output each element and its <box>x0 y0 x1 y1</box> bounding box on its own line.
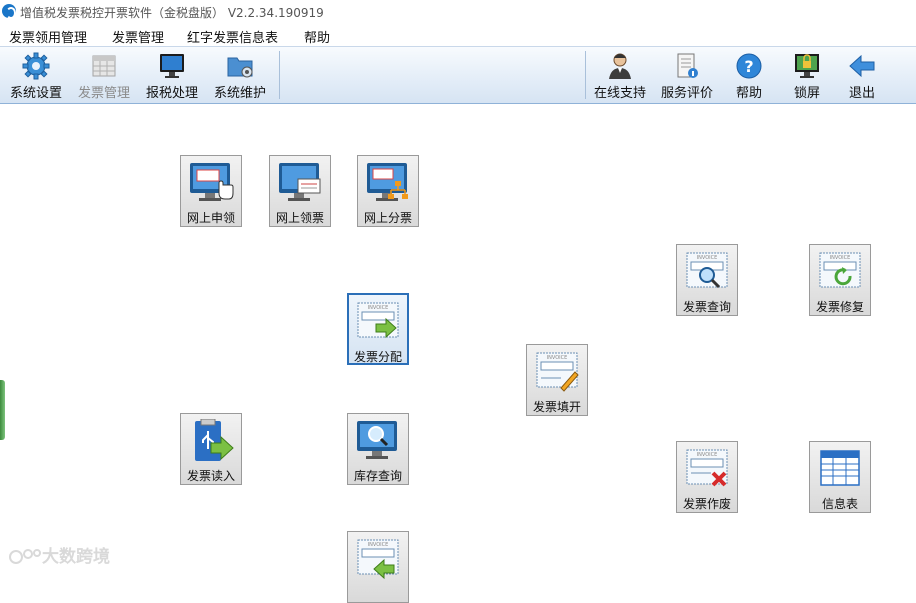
exit-label: 退出 <box>848 86 875 101</box>
system-settings-button[interactable]: 系统设置 <box>4 47 68 103</box>
monitor-icon <box>160 54 184 78</box>
tile-invoice-query[interactable]: INVOICE 发票查询 <box>676 244 738 316</box>
toolbar: 系统设置 发票管理 报税处理 系统维护 在线支持 服务评价 ? 帮助 锁屏 退出 <box>0 46 916 105</box>
invoice-management-button[interactable]: 发票管理 <box>72 47 136 103</box>
invoice-search-icon: INVOICE <box>686 252 728 289</box>
table-icon <box>820 450 860 486</box>
watermark: 大数跨境 <box>8 542 110 568</box>
invoice-void-icon: INVOICE <box>686 449 728 487</box>
invoice-assign-icon: INVOICE <box>357 302 399 339</box>
service-rating-button[interactable]: 服务评价 <box>655 47 719 103</box>
menu-invoice-requisition[interactable]: 发票领用管理 <box>9 27 87 46</box>
folder-gear-icon <box>227 57 253 78</box>
svg-text:INVOICE: INVOICE <box>547 355 568 361</box>
tile-label: 网上分票 <box>363 211 412 225</box>
exit-button[interactable]: 退出 <box>840 47 884 103</box>
tile-label: 信息表 <box>821 497 858 511</box>
window-title: 增值税发票税控开票软件（金税盘版） V2.2.34.190919 <box>20 6 324 20</box>
menu-invoice-management[interactable]: 发票管理 <box>112 27 164 46</box>
tile-label: 发票填开 <box>532 400 581 414</box>
tax-filing-button[interactable]: 报税处理 <box>140 47 204 103</box>
invoice-management-label: 发票管理 <box>77 86 130 101</box>
tile-info-table[interactable]: 信息表 <box>809 441 871 513</box>
monitor-hand-icon <box>190 163 234 201</box>
svg-text:INVOICE: INVOICE <box>830 255 851 261</box>
tile-label: 发票查询 <box>682 300 731 314</box>
tile-label: 网上申领 <box>186 211 235 225</box>
menu-red-invoice-info[interactable]: 红字发票信息表 <box>187 27 278 46</box>
svg-text:INVOICE: INVOICE <box>368 542 389 548</box>
side-panel-handle[interactable] <box>0 380 5 440</box>
gear-icon <box>22 52 50 80</box>
tile-invoice-fill[interactable]: INVOICE 发票填开 <box>526 344 588 416</box>
help-label: 帮助 <box>735 86 762 101</box>
invoice-return-icon: INVOICE <box>357 539 399 580</box>
watermark-logo-icon <box>9 549 41 564</box>
monitor-tree-icon <box>367 163 408 201</box>
tile-invoice-assign[interactable]: INVOICE 发票分配 <box>347 293 409 365</box>
menu-bar: 发票领用管理 发票管理 红字发票信息表 帮助 <box>0 24 916 46</box>
tax-filing-label: 报税处理 <box>145 86 198 101</box>
service-rating-label: 服务评价 <box>660 86 713 101</box>
system-maintenance-button[interactable]: 系统维护 <box>208 47 272 103</box>
tile-invoice-read[interactable]: 发票读入 <box>180 413 242 485</box>
online-support-label: 在线支持 <box>593 86 646 101</box>
app-logo-icon <box>2 4 16 19</box>
tile-invoice-void[interactable]: INVOICE 发票作废 <box>676 441 738 513</box>
exit-arrow-icon <box>849 54 875 78</box>
svg-text:INVOICE: INVOICE <box>697 255 718 261</box>
toolbar-separator <box>279 51 280 99</box>
tile-online-split[interactable]: 网上分票 <box>357 155 419 227</box>
help-icon: ? <box>736 53 762 79</box>
tile-stock-query[interactable]: 库存查询 <box>347 413 409 485</box>
lock-screen-icon <box>795 54 819 78</box>
invoice-grid-icon <box>92 55 116 77</box>
menu-help[interactable]: 帮助 <box>304 27 330 46</box>
svg-text:?: ? <box>744 57 753 76</box>
usb-read-icon <box>195 419 234 461</box>
tile-online-apply[interactable]: 网上申领 <box>180 155 242 227</box>
lock-screen-label: 锁屏 <box>793 86 820 101</box>
support-person-icon <box>609 53 631 79</box>
stock-search-icon <box>357 421 397 459</box>
title-bar: 增值税发票税控开票软件（金税盘版） V2.2.34.190919 <box>0 0 916 24</box>
tile-invoice-return[interactable]: INVOICE <box>347 531 409 603</box>
tile-invoice-repair[interactable]: INVOICE 发票修复 <box>809 244 871 316</box>
invoice-repair-icon: INVOICE <box>819 252 861 288</box>
monitor-doc-icon <box>279 163 321 201</box>
online-support-button[interactable]: 在线支持 <box>589 47 651 103</box>
watermark-text: 大数跨境 <box>42 547 110 567</box>
svg-text:INVOICE: INVOICE <box>697 452 718 458</box>
tile-label: 网上领票 <box>275 211 324 225</box>
notebook-info-icon <box>677 53 698 78</box>
tile-label: 库存查询 <box>353 469 402 483</box>
system-maintenance-label: 系统维护 <box>213 86 266 101</box>
toolbar-separator <box>585 51 586 99</box>
system-settings-label: 系统设置 <box>9 86 62 101</box>
invoice-fill-icon: INVOICE <box>536 352 579 392</box>
tile-label: 发票修复 <box>815 300 864 314</box>
help-button[interactable]: ? 帮助 <box>727 47 771 103</box>
tile-label: 发票作废 <box>682 497 731 511</box>
lock-screen-button[interactable]: 锁屏 <box>785 47 829 103</box>
tile-online-receive[interactable]: 网上领票 <box>269 155 331 227</box>
main-workspace: 网上申领 网上领票 网上分票 INVOICE 发票查询 INVOICE 发票修复… <box>0 104 916 603</box>
svg-text:INVOICE: INVOICE <box>368 305 389 311</box>
tile-label: 发票分配 <box>353 350 402 364</box>
tile-label: 发票读入 <box>186 469 235 483</box>
